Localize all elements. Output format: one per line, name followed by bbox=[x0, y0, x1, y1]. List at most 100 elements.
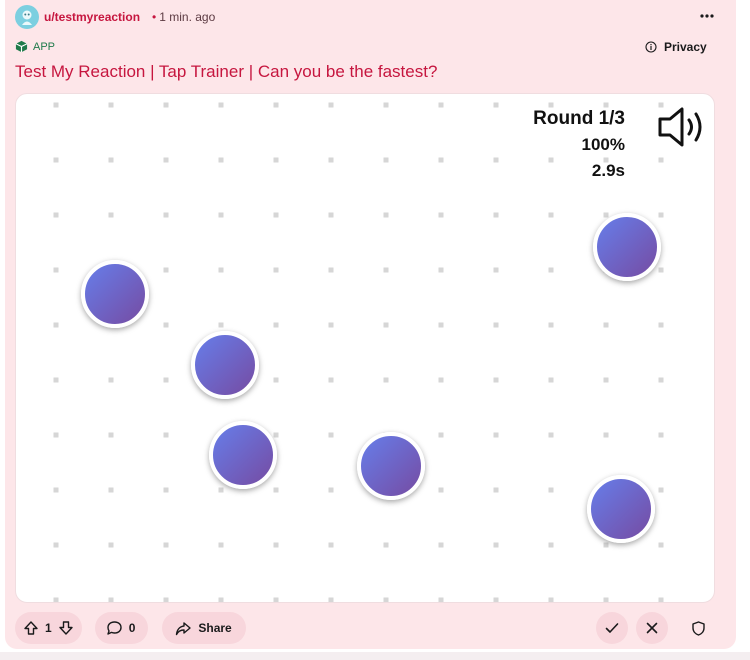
more-icon[interactable] bbox=[696, 6, 718, 26]
grid-dot bbox=[163, 322, 169, 328]
grid-dot bbox=[273, 212, 279, 218]
speaker-icon[interactable] bbox=[656, 104, 706, 150]
grid-dot bbox=[218, 597, 224, 602]
grid-dot bbox=[493, 377, 499, 383]
accuracy-value: 100% bbox=[581, 135, 625, 154]
grid-dot bbox=[548, 597, 554, 602]
grid-dot bbox=[108, 542, 114, 548]
grid-dot bbox=[163, 102, 169, 108]
grid-dot bbox=[548, 267, 554, 273]
grid-dot bbox=[383, 102, 389, 108]
score-hud: Round 1/3 100% 2.9s bbox=[533, 106, 625, 184]
upvote-icon[interactable] bbox=[23, 620, 39, 636]
target-circle[interactable] bbox=[191, 331, 259, 399]
comment-icon bbox=[106, 621, 122, 635]
grid-dot bbox=[493, 157, 499, 163]
target-circle[interactable] bbox=[209, 421, 277, 489]
share-label: Share bbox=[198, 621, 232, 635]
close-icon bbox=[646, 622, 658, 634]
grid-dot bbox=[603, 377, 609, 383]
feed-divider bbox=[0, 652, 750, 660]
grid-dot bbox=[163, 157, 169, 163]
grid-dot bbox=[163, 212, 169, 218]
grid-dot bbox=[273, 597, 279, 602]
grid-dot bbox=[658, 267, 664, 273]
approve-button[interactable] bbox=[596, 612, 628, 644]
comments-button[interactable]: 0 bbox=[94, 612, 149, 644]
grid-dot bbox=[53, 432, 59, 438]
grid-dot bbox=[383, 597, 389, 602]
grid-dot bbox=[218, 212, 224, 218]
grid-dot bbox=[658, 157, 664, 163]
shield-icon bbox=[691, 620, 705, 636]
grid-dot bbox=[273, 322, 279, 328]
mod-shield-button[interactable] bbox=[682, 612, 714, 644]
grid-dot bbox=[163, 267, 169, 273]
grid-dot bbox=[273, 432, 279, 438]
grid-dot bbox=[603, 432, 609, 438]
remove-button[interactable] bbox=[636, 612, 668, 644]
grid-dot bbox=[548, 542, 554, 548]
grid-dot bbox=[383, 322, 389, 328]
post-title[interactable]: Test My Reaction | Tap Trainer | Can you… bbox=[15, 62, 437, 82]
grid-dot bbox=[328, 377, 334, 383]
grid-dot bbox=[658, 597, 664, 602]
meta-separator: • bbox=[152, 10, 157, 24]
avatar-icon[interactable] bbox=[15, 5, 39, 29]
target-circle[interactable] bbox=[587, 475, 655, 543]
grid-dot bbox=[438, 102, 444, 108]
grid-dot bbox=[328, 597, 334, 602]
grid-dot bbox=[218, 322, 224, 328]
grid-dot bbox=[603, 597, 609, 602]
grid-dot bbox=[438, 157, 444, 163]
app-icon bbox=[15, 40, 28, 53]
grid-dot bbox=[438, 542, 444, 548]
author-link[interactable]: u/testmyreaction bbox=[44, 10, 140, 24]
grid-dot bbox=[218, 267, 224, 273]
grid-dot bbox=[108, 432, 114, 438]
grid-dot bbox=[548, 487, 554, 493]
grid-dot bbox=[328, 157, 334, 163]
info-icon bbox=[645, 41, 657, 53]
privacy-button[interactable]: Privacy bbox=[645, 40, 707, 54]
grid-dot bbox=[328, 322, 334, 328]
grid-dot bbox=[53, 322, 59, 328]
target-circle[interactable] bbox=[81, 260, 149, 328]
target-circle[interactable] bbox=[593, 213, 661, 281]
grid-dot bbox=[548, 322, 554, 328]
grid-dot bbox=[53, 102, 59, 108]
grid-dot bbox=[548, 432, 554, 438]
grid-dot bbox=[438, 597, 444, 602]
grid-dot bbox=[328, 102, 334, 108]
grid-dot bbox=[383, 267, 389, 273]
vote-control: 1 bbox=[15, 612, 82, 644]
grid-dot bbox=[163, 487, 169, 493]
grid-dot bbox=[328, 267, 334, 273]
grid-dot bbox=[328, 212, 334, 218]
grid-dot bbox=[273, 267, 279, 273]
grid-dot bbox=[273, 157, 279, 163]
grid-dot bbox=[658, 212, 664, 218]
grid-dot bbox=[493, 487, 499, 493]
game-area[interactable]: Round 1/3 100% 2.9s bbox=[15, 93, 715, 603]
grid-dot bbox=[383, 157, 389, 163]
grid-dot bbox=[53, 597, 59, 602]
grid-dot bbox=[108, 157, 114, 163]
downvote-icon[interactable] bbox=[58, 620, 74, 636]
comment-count: 0 bbox=[128, 621, 136, 635]
grid-dot bbox=[383, 212, 389, 218]
grid-dot bbox=[493, 212, 499, 218]
grid-dot bbox=[53, 542, 59, 548]
grid-dot bbox=[273, 377, 279, 383]
grid-dot bbox=[603, 212, 609, 218]
grid-dot bbox=[108, 487, 114, 493]
grid-dot bbox=[53, 487, 59, 493]
grid-dot bbox=[438, 267, 444, 273]
grid-dot bbox=[383, 377, 389, 383]
action-bar: 1 0 Share bbox=[15, 612, 246, 644]
grid-dot bbox=[493, 597, 499, 602]
target-circle[interactable] bbox=[357, 432, 425, 500]
share-button[interactable]: Share bbox=[162, 612, 246, 644]
grid-dot bbox=[548, 212, 554, 218]
grid-dot bbox=[438, 212, 444, 218]
